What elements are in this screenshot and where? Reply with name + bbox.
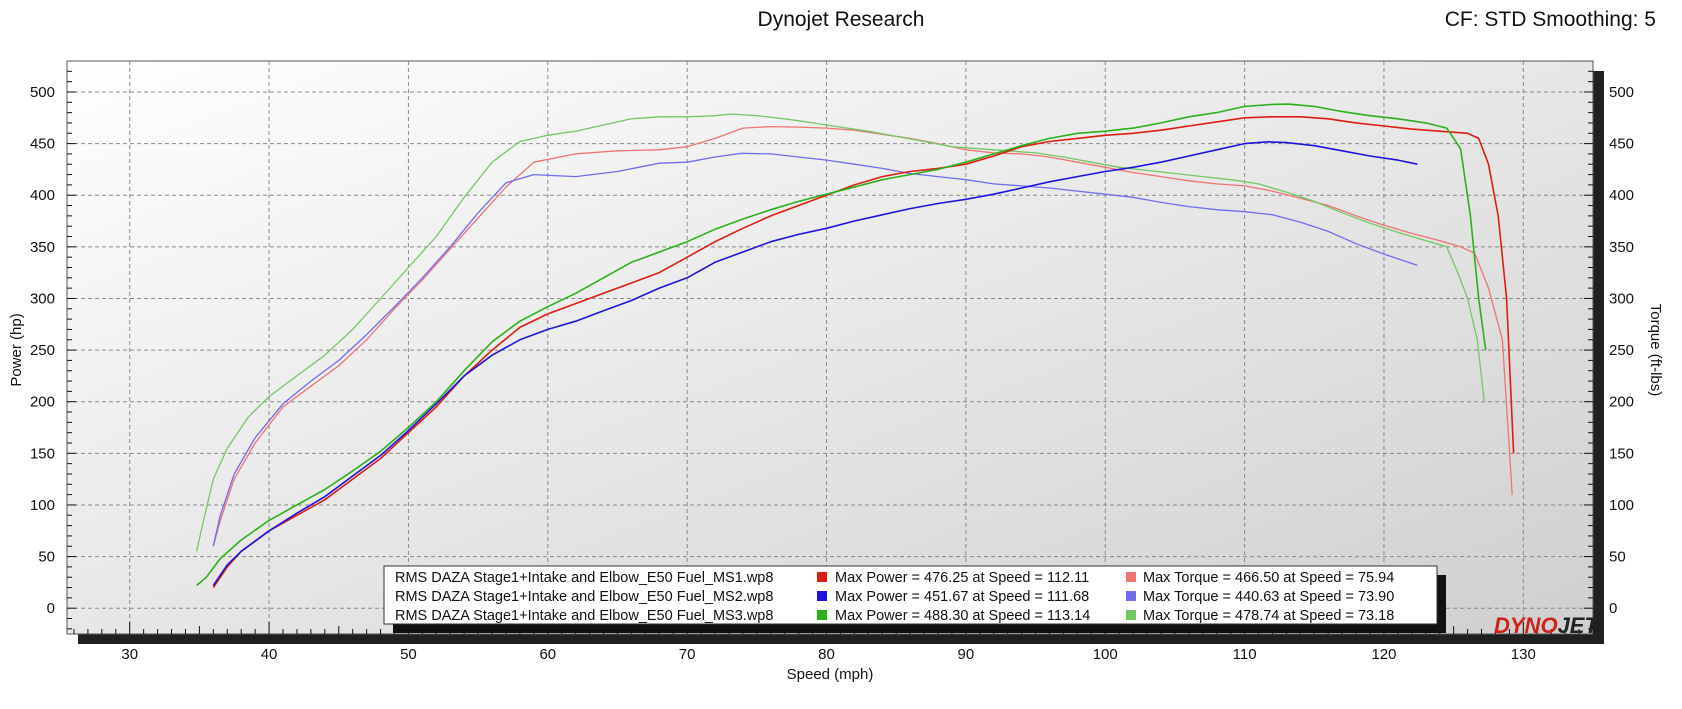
legend-max-power: Max Power = 488.30 at Speed = 113.14 (835, 608, 1090, 624)
dynojet-logo: DYNOJET (1494, 613, 1599, 638)
y-tick-label: 0 (47, 600, 55, 617)
legend-max-torque: Max Torque = 440.63 at Speed = 73.90 (1143, 589, 1394, 605)
legend-file-name: RMS DAZA Stage1+Intake and Elbow_E50 Fue… (395, 570, 773, 586)
y2-tick-label: 450 (1609, 136, 1634, 153)
legend-file-name: RMS DAZA Stage1+Intake and Elbow_E50 Fue… (395, 589, 773, 605)
y-tick-label: 450 (30, 136, 55, 153)
y-tick-label: 300 (30, 290, 55, 307)
x-axis: 30 40 50 60 70 80 90 100 110 120 130 (121, 646, 1535, 663)
y2-tick-label: 350 (1609, 239, 1634, 256)
y-axis-label: Power (hp) (8, 313, 25, 386)
legend-power-swatch (817, 591, 827, 601)
y-tick-label: 250 (30, 342, 55, 359)
y-tick-label: 350 (30, 239, 55, 256)
y2-tick-label: 0 (1609, 600, 1617, 617)
y2-tick-label: 200 (1609, 394, 1634, 411)
x-tick-label: 50 (400, 646, 417, 663)
y-tick-label: 200 (30, 394, 55, 411)
y2-tick-label: 150 (1609, 445, 1634, 462)
legend-max-torque: Max Torque = 478.74 at Speed = 73.18 (1143, 608, 1394, 624)
y2-tick-label: 250 (1609, 342, 1634, 359)
legend: RMS DAZA Stage1+Intake and Elbow_E50 Fue… (383, 565, 1446, 633)
logo-part-dark: JET (1558, 613, 1600, 638)
plot-area (66, 60, 1594, 635)
x-tick-label: 130 (1511, 646, 1536, 663)
x-tick-label: 80 (818, 646, 835, 663)
x-tick-label: 120 (1371, 646, 1396, 663)
x-tick-label: 60 (539, 646, 556, 663)
y-tick-label: 400 (30, 187, 55, 204)
x-tick-label: 90 (958, 646, 975, 663)
legend-power-swatch (817, 610, 827, 620)
y-axis-torque: 0 50 100 150 200 250 300 350 400 450 500 (1609, 84, 1634, 617)
legend-torque-swatch (1126, 610, 1136, 620)
legend-torque-swatch (1126, 591, 1136, 601)
legend-max-torque: Max Torque = 466.50 at Speed = 75.94 (1143, 570, 1394, 586)
x-tick-label: 30 (121, 646, 138, 663)
x-tick-label: 110 (1233, 646, 1257, 663)
y2-tick-label: 500 (1609, 84, 1634, 101)
y-axis-power: 0 50 100 150 200 250 300 350 400 450 500 (30, 84, 55, 617)
y2-tick-label: 50 (1609, 549, 1626, 566)
x-tick-label: 70 (679, 646, 696, 663)
legend-torque-swatch (1126, 572, 1136, 582)
legend-power-swatch (817, 572, 827, 582)
y2-tick-label: 300 (1609, 290, 1634, 307)
logo-part-red: DYNO (1494, 613, 1558, 638)
x-axis-label: Speed (mph) (787, 666, 874, 683)
legend-max-power: Max Power = 476.25 at Speed = 112.11 (835, 570, 1089, 586)
x-tick-label: 40 (261, 646, 278, 663)
legend-file-name: RMS DAZA Stage1+Intake and Elbow_E50 Fue… (395, 608, 773, 624)
y-tick-label: 500 (30, 84, 55, 101)
y-tick-label: 150 (30, 445, 55, 462)
y-tick-label: 100 (30, 497, 55, 514)
legend-max-power: Max Power = 451.67 at Speed = 111.68 (835, 589, 1089, 605)
x-tick-label: 100 (1093, 646, 1118, 663)
dyno-chart: 30 40 50 60 70 80 90 100 110 120 130 0 50 100 150 200 2… (8, 60, 1664, 683)
y2-tick-label: 400 (1609, 187, 1634, 204)
y2-tick-label: 100 (1609, 497, 1634, 514)
y-tick-label: 50 (38, 549, 55, 566)
y2-axis-label: Torque (ft-lbs) (1647, 304, 1664, 397)
